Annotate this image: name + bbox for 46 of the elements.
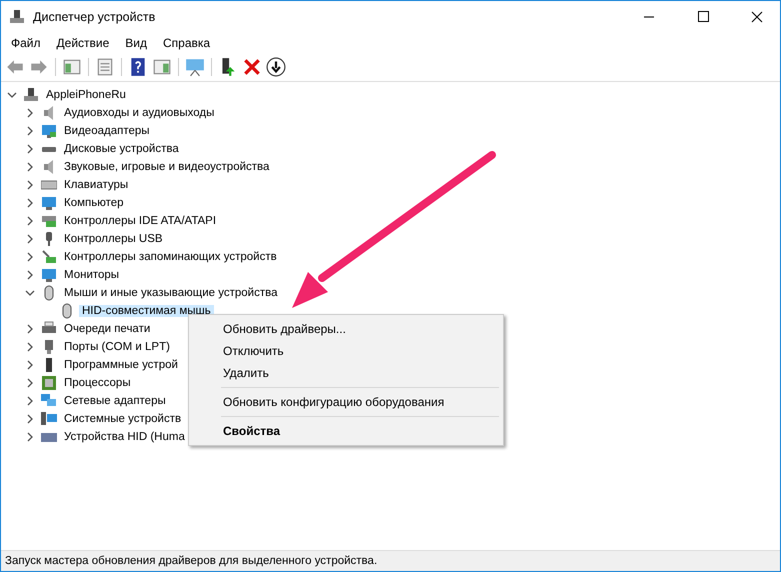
delete-x-icon[interactable] bbox=[242, 57, 262, 77]
tree-item[interactable]: AppleiPhoneRu bbox=[43, 89, 129, 101]
device-manager-icon bbox=[9, 9, 25, 25]
tree-item[interactable]: Устройства HID (Huma bbox=[61, 431, 188, 443]
tree-item[interactable]: Сетевые адаптеры bbox=[61, 395, 169, 407]
card-icon bbox=[41, 213, 57, 229]
window-pane-icon[interactable] bbox=[62, 57, 82, 77]
tree-item[interactable]: Системные устройств bbox=[61, 413, 184, 425]
status-bar: Запуск мастера обновления драйверов для выделенного устройства. bbox=[1, 550, 780, 571]
context-menu-item[interactable]: Отключить bbox=[191, 340, 501, 362]
monitor-icon bbox=[41, 267, 57, 283]
menu-item[interactable]: Справка bbox=[157, 36, 216, 50]
chip-icon bbox=[41, 375, 57, 391]
tree-item[interactable]: HID-совместимая мышь bbox=[79, 305, 214, 317]
tree-item[interactable]: Контроллеры IDE ATA/ATAPI bbox=[61, 215, 220, 227]
window-title: Диспетчер устройств bbox=[33, 10, 156, 24]
tree-item[interactable]: Мыши и иные указывающие устройства bbox=[61, 287, 281, 299]
menu-item[interactable]: Файл bbox=[5, 36, 47, 50]
monitor-icon bbox=[41, 195, 57, 211]
tree-item[interactable]: Компьютер bbox=[61, 197, 127, 209]
tree-item[interactable]: Мониторы bbox=[61, 269, 122, 281]
context-menu-item[interactable]: Обновить драйверы... bbox=[191, 318, 501, 340]
context-menu-item[interactable]: Свойства bbox=[191, 420, 501, 442]
computer-icon bbox=[41, 411, 57, 427]
tree-item[interactable]: Звуковые, игровые и видеоустройства bbox=[61, 161, 272, 173]
properties-sheet-icon[interactable] bbox=[95, 57, 115, 77]
monitor-icon[interactable] bbox=[185, 57, 205, 77]
tree-item[interactable]: Контроллеры USB bbox=[61, 233, 166, 245]
tree-item[interactable]: Дисковые устройства bbox=[61, 143, 182, 155]
tree-item[interactable]: Очереди печати bbox=[61, 323, 154, 335]
menu-item[interactable]: Действие bbox=[50, 36, 116, 50]
tree-item[interactable]: Клавиатуры bbox=[61, 179, 132, 191]
tree-item[interactable]: Видеоадаптеры bbox=[61, 125, 153, 137]
context-menu-item[interactable]: Обновить конфигурацию оборудования bbox=[191, 391, 501, 413]
tree-item[interactable]: Программные устрой bbox=[61, 359, 181, 371]
menu-item[interactable]: Вид bbox=[119, 36, 153, 50]
tree-item[interactable]: Процессоры bbox=[61, 377, 134, 389]
network-icon bbox=[41, 393, 57, 409]
card-icon bbox=[41, 249, 57, 265]
download-circle-icon[interactable] bbox=[266, 57, 286, 77]
computer-icon bbox=[23, 87, 39, 103]
monitor-icon bbox=[41, 123, 57, 139]
tree-item[interactable]: Контроллеры запоминающих устройств bbox=[61, 251, 280, 263]
context-menu-item[interactable]: Удалить bbox=[191, 362, 501, 384]
tree-item[interactable]: Аудиовходы и аудиовыходы bbox=[61, 107, 218, 119]
tree-item[interactable]: Порты (COM и LPT) bbox=[61, 341, 173, 353]
